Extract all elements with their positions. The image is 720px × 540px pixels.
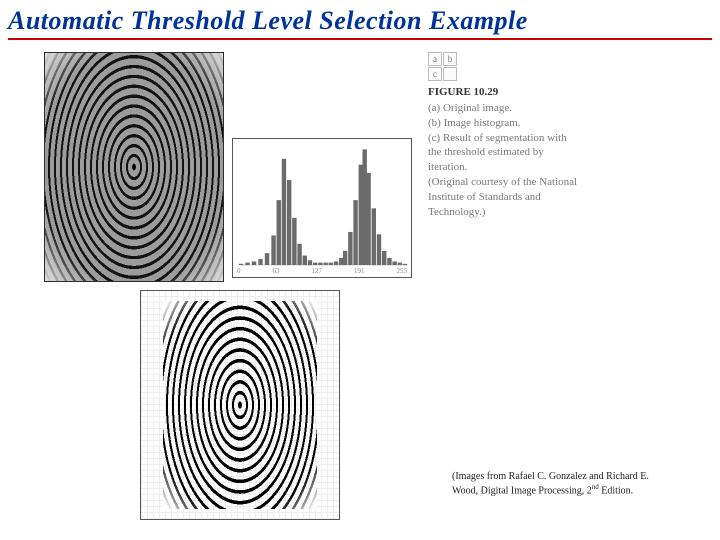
histogram-x-ticks: 063127191255: [233, 267, 411, 275]
fingerprint-binary: [163, 301, 317, 509]
image-attribution: (Images from Rafael C. Gonzalez and Rich…: [452, 471, 702, 498]
figure-a-original-fingerprint: [44, 52, 224, 282]
attribution-line2-pre: Wood, Digital Image Processing, 2: [452, 486, 592, 497]
attribution-line1: (Images from Rafael C. Gonzalez and Rich…: [452, 471, 649, 482]
caption-cell-c: c: [428, 67, 442, 81]
caption-figure-number: FIGURE 10.29: [428, 85, 578, 100]
attribution-sup: nd: [592, 483, 599, 491]
figure-caption: a b c FIGURE 10.29 (a) Original image. (…: [428, 52, 578, 220]
caption-line-a: (a) Original image.: [428, 101, 578, 116]
caption-line-c: (c) Result of segmentation with the thre…: [428, 131, 578, 176]
caption-cell-a: a: [428, 52, 442, 66]
content-area: 063127191255 a b c FIGURE 10.29 (a) Orig…: [0, 46, 720, 506]
caption-line-b: (b) Image histogram.: [428, 116, 578, 131]
caption-cell-empty: [443, 67, 457, 81]
caption-credit: (Original courtesy of the National Insti…: [428, 175, 578, 220]
attribution-line2-post: Edition.: [599, 486, 633, 497]
page-title: Automatic Threshold Level Selection Exam…: [0, 0, 720, 38]
figure-b-histogram: 063127191255: [232, 138, 412, 278]
caption-cell-b: b: [443, 52, 457, 66]
histogram-svg: [233, 139, 413, 279]
title-underline: [8, 38, 712, 40]
caption-panel-grid: a b c: [428, 52, 578, 81]
figure-c-segmented-fingerprint: [140, 290, 340, 520]
